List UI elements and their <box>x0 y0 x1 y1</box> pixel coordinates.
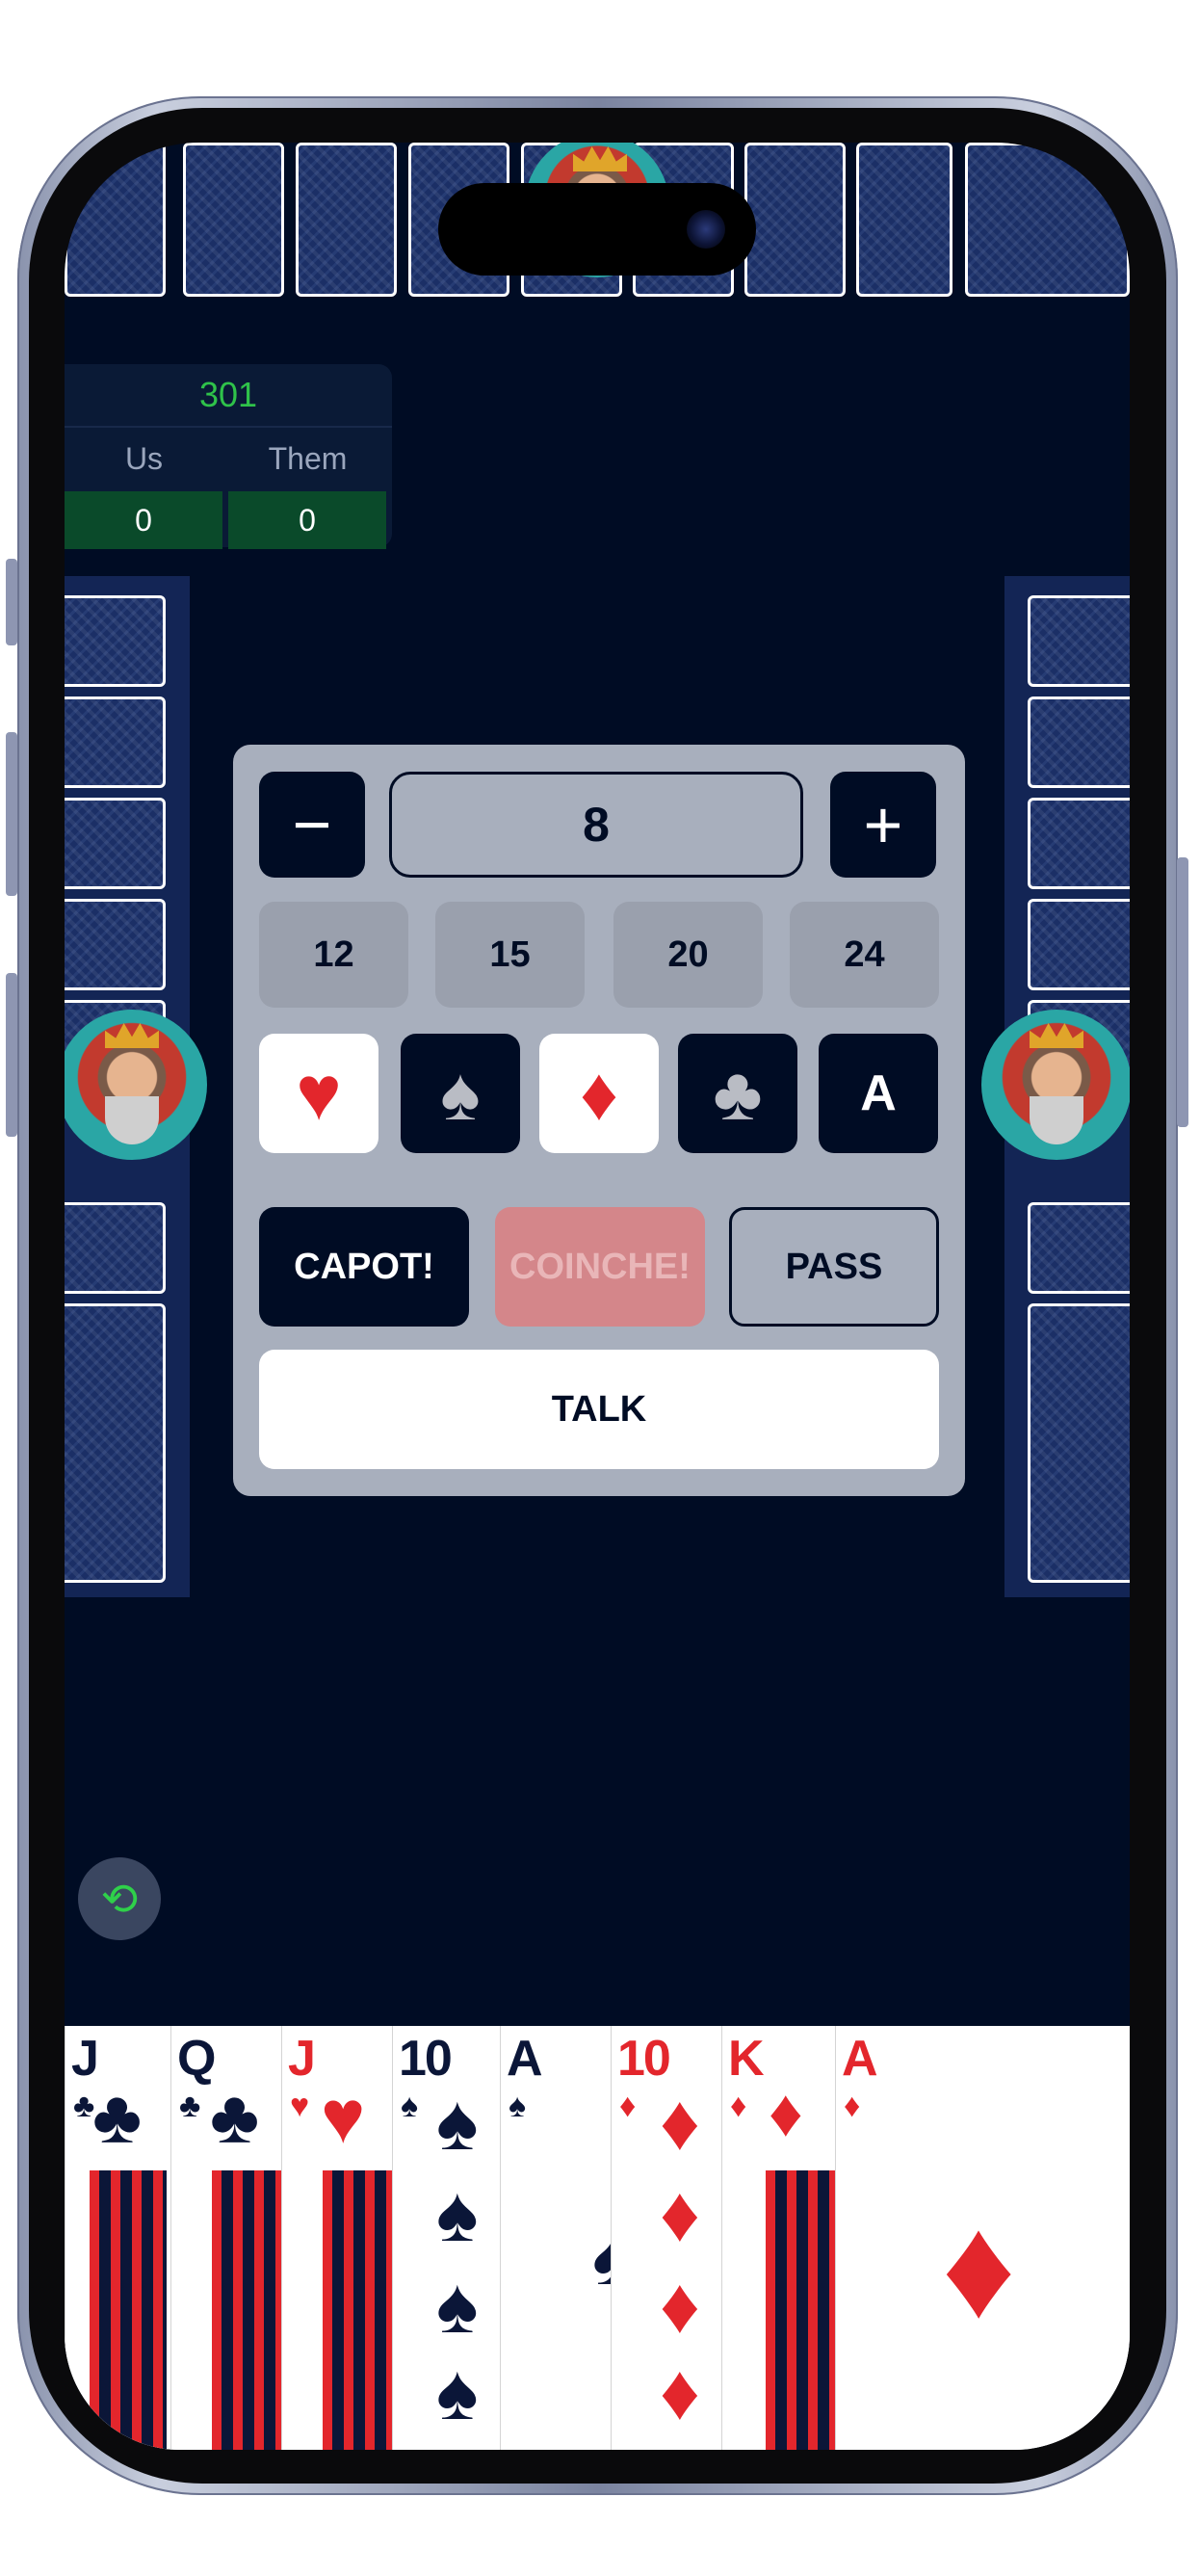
card-suit: ♣ <box>179 2088 201 2124</box>
all-trumps-label: A <box>860 1065 897 1121</box>
us-header: Us <box>124 440 164 476</box>
diamonds-icon: ♦ <box>942 2186 1016 2348</box>
spades-icon: ♠ <box>436 2349 479 2436</box>
clubs-icon: ♣ <box>210 2074 260 2159</box>
card-face-art <box>766 2170 836 2450</box>
diamonds-icon: ♦ <box>660 2262 700 2350</box>
talk-button[interactable]: TALK <box>259 1350 939 1469</box>
hand-card[interactable]: Q ♣ ♣ <box>170 2026 282 2450</box>
action-button <box>6 559 17 645</box>
right-opponent-card <box>1028 1303 1130 1583</box>
volume-up-button <box>6 732 17 896</box>
card-suit: ♦ <box>730 2088 747 2124</box>
left-opponent-card <box>65 899 166 990</box>
right-opponent-card <box>1028 798 1130 889</box>
card-face-art <box>90 2170 167 2450</box>
dynamic-island <box>438 183 756 276</box>
diamonds-icon: ♦ <box>769 2075 803 2150</box>
card-suit: ♥ <box>290 2088 310 2124</box>
bid-preset-20[interactable]: 20 <box>613 902 763 1008</box>
top-opponent-card <box>856 143 952 297</box>
all-trumps-button[interactable]: A <box>819 1034 938 1153</box>
top-opponent-card <box>296 143 397 297</box>
spades-icon: ♠ <box>592 2219 612 2298</box>
card-suit: ♠ <box>401 2088 419 2124</box>
left-opponent-card <box>65 595 166 687</box>
left-opponent-card <box>65 1303 166 1583</box>
card-face-art <box>323 2170 393 2450</box>
them-header: Them <box>268 440 348 476</box>
pass-button[interactable]: PASS <box>729 1207 939 1327</box>
right-opponent-card <box>1028 899 1130 990</box>
them-score: 0 <box>228 491 386 549</box>
us-score: 0 <box>65 491 222 549</box>
player-hand: J ♣ ♣ Q ♣ ♣ J ♥ ♥ 10 ♠ ♠ ♠ ♠ ♠ A ♠ ♠ <box>65 2026 1130 2450</box>
hand-card[interactable]: 10 ♦ ♦ ♦ ♦ ♦ <box>611 2026 722 2450</box>
hand-card[interactable]: K ♦ ♦ <box>721 2026 836 2450</box>
diamonds-icon: ♦ <box>660 2170 700 2258</box>
hearts-icon: ♥ <box>296 1050 342 1136</box>
bid-panel: − 8 + 12 15 20 24 ♥ ♠ ♦ ♣ A CAPOT! COINC… <box>233 745 965 1496</box>
suit-diamonds-button[interactable]: ♦ <box>539 1034 659 1153</box>
decrease-bid-button[interactable]: − <box>259 772 365 878</box>
bid-preset-12[interactable]: 12 <box>259 902 408 1008</box>
top-opponent-card <box>965 143 1130 297</box>
volume-down-button <box>6 973 17 1137</box>
bid-value-display: 8 <box>389 772 803 878</box>
left-opponent-card <box>65 798 166 889</box>
top-opponent-card <box>65 143 166 297</box>
camera-icon <box>687 210 725 249</box>
clubs-icon: ♣ <box>92 2074 143 2159</box>
card-suit: ♦ <box>844 2088 861 2124</box>
hand-card[interactable]: 10 ♠ ♠ ♠ ♠ ♠ <box>392 2026 501 2450</box>
right-opponent-avatar[interactable] <box>981 1010 1130 1160</box>
clubs-icon: ♣ <box>713 1050 763 1136</box>
game-screen: 301 Us Them 0 0 − 8 + 12 15 20 24 ♥ ♠ ♦ … <box>65 143 1130 2450</box>
right-opponent-card <box>1028 595 1130 687</box>
hearts-icon: ♥ <box>321 2074 366 2159</box>
card-rank: J <box>288 2031 316 2087</box>
spades-icon: ♠ <box>436 2170 479 2258</box>
top-opponent-card <box>183 143 284 297</box>
card-rank: Q <box>177 2031 216 2087</box>
right-opponent-card <box>1028 1202 1130 1294</box>
spades-icon: ♠ <box>436 2262 479 2350</box>
coinche-button[interactable]: COINCHE! <box>495 1207 705 1327</box>
card-suit: ♠ <box>509 2088 527 2124</box>
target-score: 301 <box>65 364 392 428</box>
spades-icon: ♠ <box>440 1050 481 1136</box>
card-rank: A <box>842 2031 878 2087</box>
card-rank: A <box>507 2031 543 2087</box>
diamonds-icon: ♦ <box>660 2079 700 2167</box>
card-suit: ♣ <box>73 2088 95 2124</box>
diamonds-icon: ♦ <box>580 1050 618 1136</box>
diamonds-icon: ♦ <box>660 2349 700 2436</box>
hand-card[interactable]: A ♦ ♦ <box>835 2026 1130 2450</box>
suit-hearts-button[interactable]: ♥ <box>259 1034 378 1153</box>
chat-swap-button[interactable]: ⟲ <box>78 1857 161 1940</box>
hand-card[interactable]: J ♣ ♣ <box>65 2026 171 2450</box>
hand-card[interactable]: A ♠ ♠ <box>500 2026 612 2450</box>
power-button <box>1177 857 1188 1127</box>
score-panel: 301 Us Them 0 0 <box>65 364 392 549</box>
card-face-art <box>212 2170 282 2450</box>
bid-preset-24[interactable]: 24 <box>790 902 939 1008</box>
right-opponent-card <box>1028 697 1130 788</box>
left-opponent-card <box>65 1202 166 1294</box>
card-rank: K <box>728 2031 765 2087</box>
suit-clubs-button[interactable]: ♣ <box>678 1034 797 1153</box>
capot-button[interactable]: CAPOT! <box>259 1207 469 1327</box>
bid-preset-15[interactable]: 15 <box>435 902 585 1008</box>
increase-bid-button[interactable]: + <box>830 772 936 878</box>
left-opponent-card <box>65 697 166 788</box>
card-suit: ♦ <box>619 2088 637 2124</box>
spades-icon: ♠ <box>436 2079 479 2167</box>
hand-card[interactable]: J ♥ ♥ <box>281 2026 393 2450</box>
top-opponent-card <box>744 143 846 297</box>
swap-icon: ⟲ <box>100 1874 139 1924</box>
suit-spades-button[interactable]: ♠ <box>401 1034 520 1153</box>
